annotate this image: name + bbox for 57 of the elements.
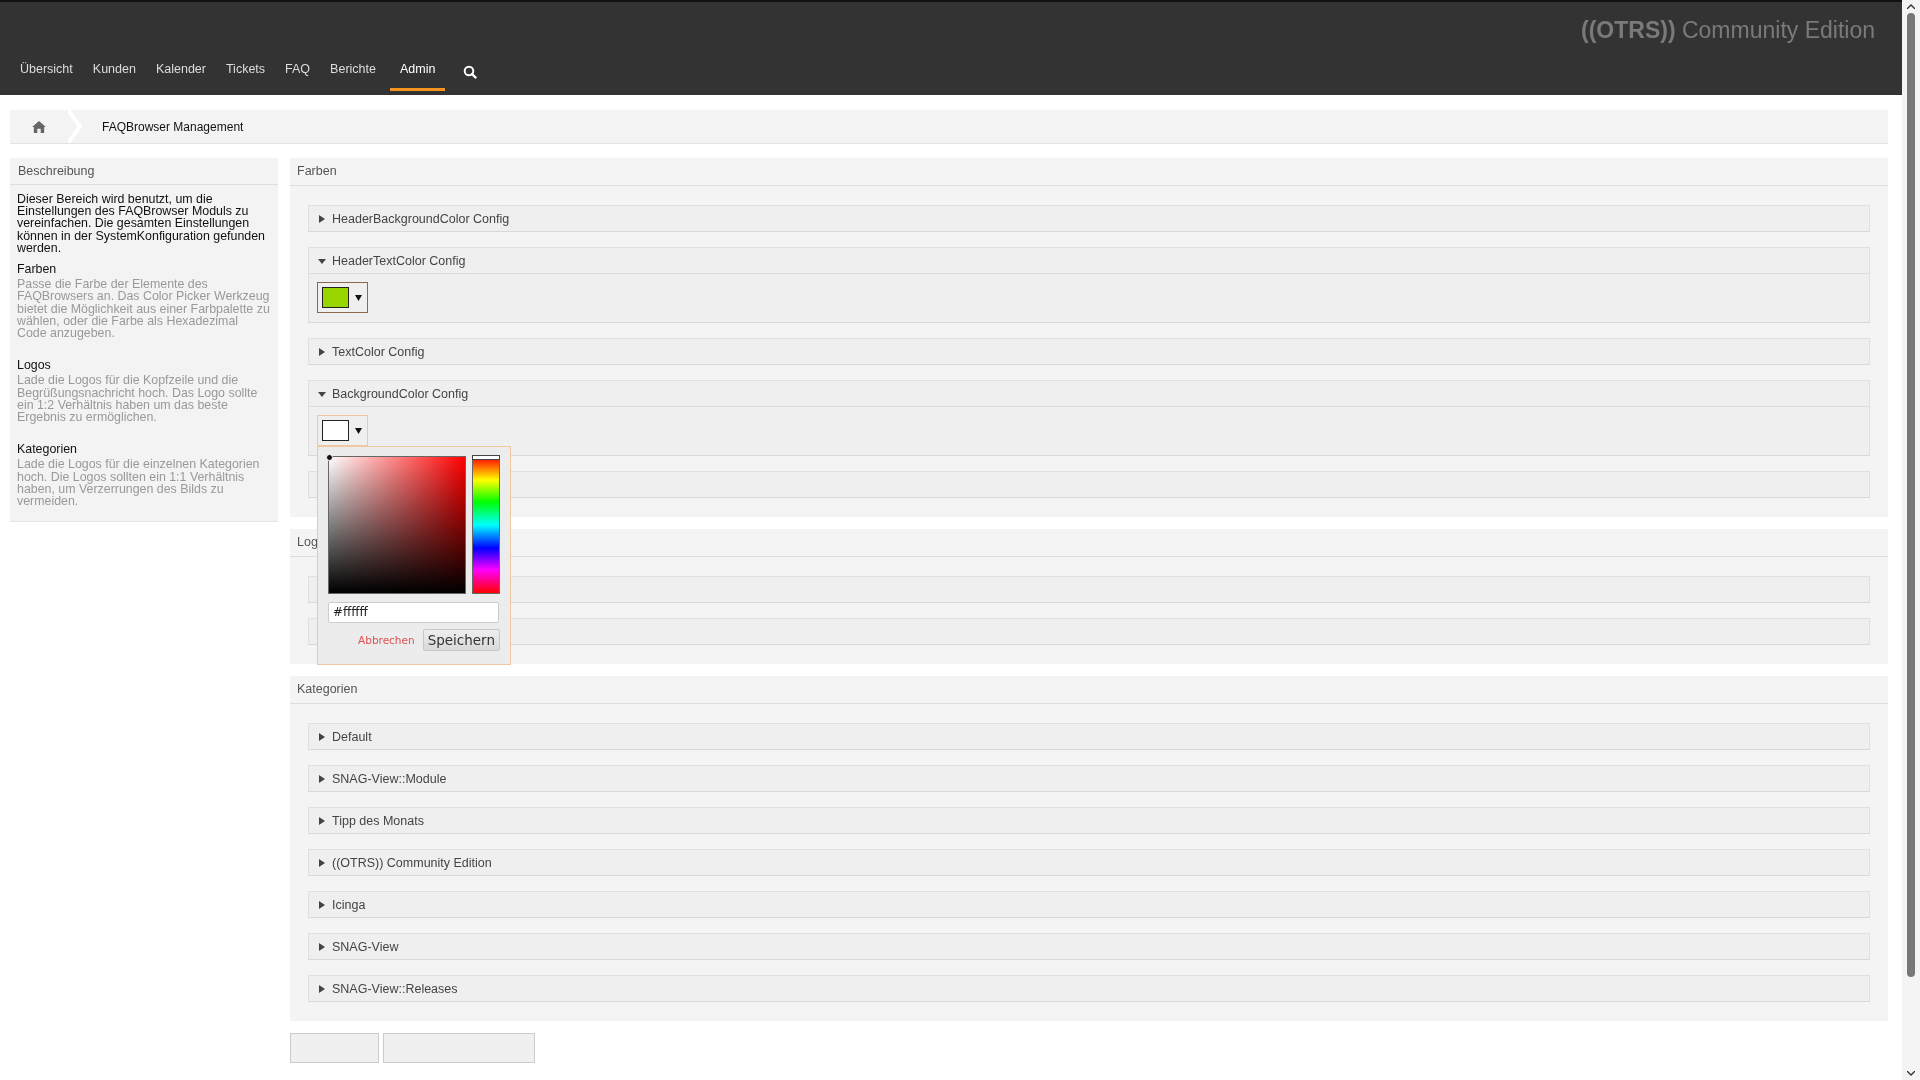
scroll-up-icon[interactable]	[1907, 4, 1915, 9]
nav-tab[interactable]: Kunden	[82, 62, 146, 91]
config-item-header[interactable]: TextColor Config	[309, 339, 1869, 364]
config-item-header[interactable]: Icinga	[309, 892, 1869, 917]
section-text: Lade die Logos für die Kopfzeile und die Begrüßungsnachricht hoch. Das Logo sollte ein 1:2 Verhältnis haben um das beste Ergebnis zu ermöglichen.	[17, 374, 259, 424]
panel-title: Farben	[290, 158, 1888, 186]
config-item-title: Default	[332, 729, 372, 744]
home-icon	[32, 120, 46, 133]
scrollbar[interactable]	[1902, 0, 1920, 1080]
section-text: Passe die Farbe der Elemente des FAQBrowsers an. Das Color Picker Werkzeug bietet die Möglichkeit aus einer Farbpalette zu wählen, oder die Farbe als Hexadezimal Code anzugeben.	[17, 278, 271, 340]
hex-input[interactable]: #ffffff	[328, 602, 499, 623]
config-item-title: HeaderTextColor Config	[332, 253, 466, 268]
logo: ((OTRS)) Community Edition	[1581, 17, 1875, 44]
config-item-title: HeaderBackgroundColor Config	[332, 211, 510, 226]
nav-tab[interactable]: Übersicht	[10, 62, 83, 91]
config-item-header[interactable]: HeaderTextColor Config	[309, 248, 1869, 273]
panel-title: Kategorien	[290, 676, 1888, 704]
search-icon[interactable]	[463, 64, 478, 79]
config-item-header[interactable]: Tipp des Monats	[309, 808, 1869, 833]
config-item-title: Icinga	[332, 897, 366, 912]
save-button[interactable]: Speichern	[422, 629, 500, 651]
panel-title: Log	[290, 529, 1888, 557]
config-item-header[interactable]: Default	[309, 724, 1869, 749]
picker-handle[interactable]	[326, 454, 333, 461]
config-item-title: SNAG-View	[332, 939, 399, 954]
config-item-header[interactable]: BackgroundColor Config	[309, 381, 1869, 406]
color-picker-button[interactable]	[317, 282, 368, 313]
config-item-title: SNAG-View::Releases	[332, 981, 458, 996]
breadcrumb-current: FAQBrowser Management	[102, 119, 244, 134]
config-item-header[interactable]: HeaderBackgroundColor Config	[309, 206, 1869, 231]
hue-slider[interactable]	[472, 456, 500, 594]
config-item-title: Tipp des Monats	[332, 813, 424, 828]
config-item-header[interactable]: ((OTRS)) Community Edition	[309, 850, 1869, 875]
scrollbar-thumb[interactable]	[1907, 13, 1915, 977]
saturation-field[interactable]	[328, 456, 466, 594]
nav-tab[interactable]: FAQ	[275, 62, 321, 91]
caret-down-icon	[355, 294, 362, 301]
config-item-title: ((OTRS)) Community Edition	[332, 855, 492, 870]
section-text: Lade die Logos für die einzelnen Kategorien hoch. Die Logos sollten ein 1:1 Verhältnis haben, um Verzerrungen des Bilds zu vermeiden.	[17, 458, 261, 508]
section-heading: Farben	[17, 263, 58, 276]
config-item-title: TextColor Config	[332, 344, 425, 359]
nav-tab[interactable]: Berichte	[320, 62, 386, 91]
section-heading: Kategorien	[17, 443, 78, 456]
nav-tab[interactable]: Admin	[389, 62, 446, 91]
config-item-title: SNAG-View::Module	[332, 771, 447, 786]
description-text: Dieser Bereich wird benutzt, um die Einstellungen des FAQBrowser Moduls zu vereinfachen. Die gesamten Einstellungen können in der SystemKonfiguration gefunden werden.	[17, 193, 266, 254]
config-item-title: BackgroundColor Config	[332, 386, 469, 401]
caret-down-icon	[355, 427, 362, 434]
config-item-header[interactable]: SNAG-View	[309, 934, 1869, 959]
hue-handle[interactable]	[472, 455, 500, 460]
nav-tab[interactable]: Tickets	[215, 62, 276, 91]
panel-title: Beschreibung	[10, 158, 278, 185]
config-item-header[interactable]: SNAG-View::Module	[309, 766, 1869, 791]
scroll-down-icon[interactable]	[1907, 1071, 1915, 1076]
nav-tab[interactable]: Kalender	[145, 62, 216, 91]
config-item-header[interactable]: SNAG-View::Releases	[309, 976, 1869, 1001]
section-heading: Logos	[17, 359, 52, 372]
